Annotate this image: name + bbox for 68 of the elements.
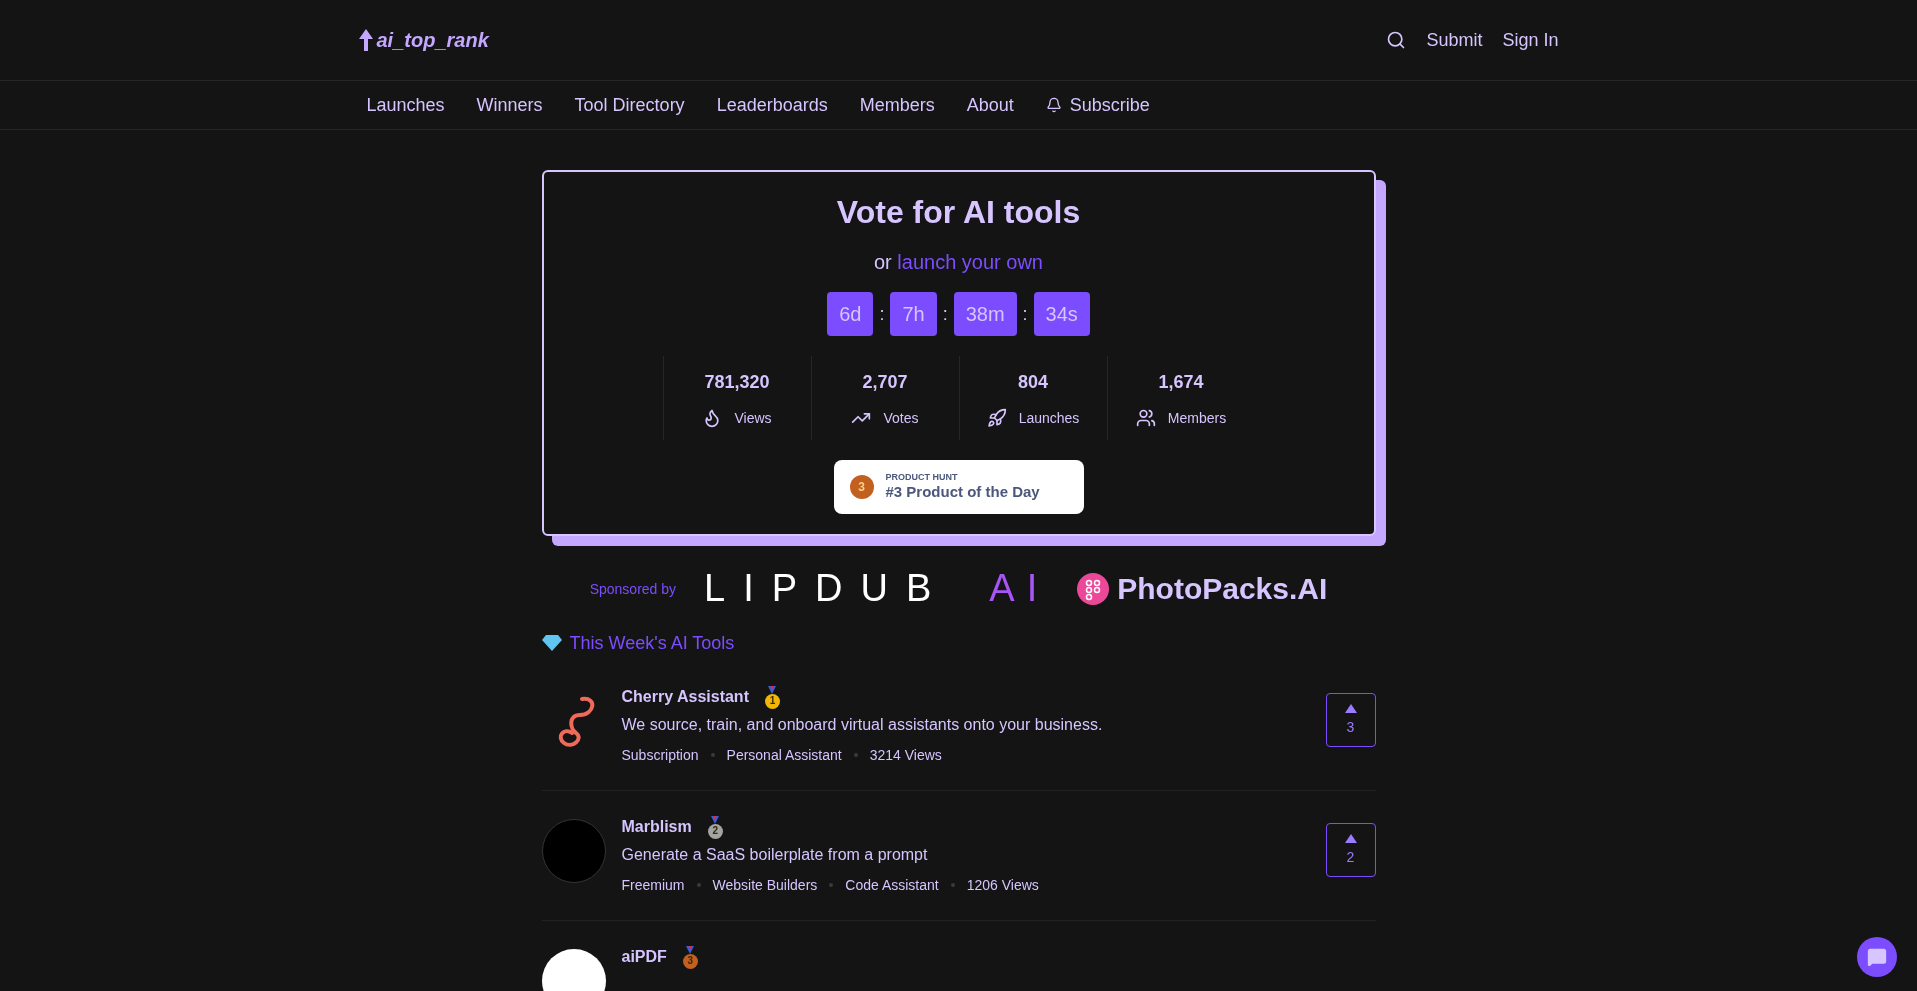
medal-rank: 3	[858, 479, 865, 495]
section-title: This Week's AI Tools	[569, 632, 735, 655]
nav-link[interactable]: Subscribe	[1045, 91, 1150, 119]
tool-name[interactable]: Marblism	[621, 815, 692, 839]
triangle-up-icon	[1344, 703, 1357, 713]
chat-icon	[1867, 947, 1887, 967]
stat-value: 804	[1017, 371, 1048, 394]
site-logo[interactable]: ai_top_rank	[376, 26, 489, 54]
tool-tag: 3214 Views	[869, 745, 942, 765]
launch-link[interactable]: launch your own	[897, 251, 1043, 273]
sponsor-logo-text[interactable]: LIPDUB	[704, 560, 950, 617]
sponsor-logo-suffix[interactable]: AI	[989, 560, 1050, 617]
rocket-icon	[986, 408, 1007, 428]
arrow-up-logo-icon	[358, 29, 373, 51]
chat-button[interactable]	[1857, 937, 1897, 977]
ribbon-icon	[710, 815, 721, 824]
countdown-separator: :	[942, 303, 948, 326]
upvote-button[interactable]: 2	[1325, 823, 1376, 877]
tool-tag: Subscription	[621, 745, 699, 765]
header-link[interactable]: Sign In	[1502, 26, 1559, 54]
bell-icon	[1045, 97, 1062, 113]
stat-label: Votes	[883, 409, 919, 428]
countdown-separator: :	[879, 303, 885, 326]
triangle-up-icon	[1344, 833, 1357, 843]
countdown-box: 38m	[953, 292, 1017, 336]
tool-tag: Code Assistant	[845, 875, 939, 895]
sponsor-logo-text[interactable]: PhotoPacks.AI	[1117, 566, 1328, 611]
hero-title: Vote for AI tools	[836, 193, 1081, 232]
medal: 1	[764, 693, 780, 709]
dots-logo-icon	[1077, 572, 1110, 605]
stat-label: Views	[734, 409, 772, 428]
tool-name[interactable]: aiPDF	[621, 945, 667, 969]
upvote-button[interactable]: 3	[1325, 693, 1376, 747]
header-link[interactable]: Submit	[1426, 26, 1483, 54]
tool-description: Generate a SaaS boilerplate from a prompt	[621, 845, 929, 865]
stat-value: 2,707	[862, 371, 908, 394]
tool-tag: 1206 Views	[966, 875, 1039, 895]
medal: 2	[707, 823, 723, 839]
nav-link[interactable]: Tool Directory	[574, 91, 685, 119]
stat-value: 1,674	[1158, 371, 1204, 394]
tool-tag: Freemium	[621, 875, 685, 895]
countdown-box: 7h	[890, 292, 937, 336]
countdown-separator: :	[1022, 303, 1028, 326]
badge-overline: PRODUCT HUNT	[885, 472, 959, 484]
product-hunt-badge[interactable]: 3 PRODUCT HUNT #3 Product of the Day	[833, 460, 1084, 514]
ribbon-icon	[767, 685, 778, 694]
stat-label: Launches	[1018, 409, 1080, 428]
badge-text: #3 Product of the Day	[885, 483, 1040, 502]
stat-value: 781,320	[704, 371, 770, 394]
hero-subtitle: or launch your own	[874, 250, 1043, 275]
countdown-box: 34s	[1033, 292, 1090, 336]
nav-link[interactable]: Leaderboards	[716, 91, 828, 119]
nav-link[interactable]: Winners	[476, 91, 543, 119]
users-icon	[1135, 408, 1156, 428]
countdown-box: 6d	[827, 292, 874, 336]
tool-name[interactable]: Cherry Assistant	[621, 685, 749, 709]
tool-description: We source, train, and onboard virtual assistants onto your business.	[621, 715, 1104, 735]
sponsored-label: Sponsored by	[589, 579, 677, 599]
medal: 3	[682, 953, 698, 969]
search-icon[interactable]	[1386, 30, 1407, 50]
tool-tag: Website Builders	[712, 875, 818, 895]
ribbon-icon	[685, 945, 696, 954]
diamond-icon	[541, 634, 562, 652]
nav-link[interactable]: About	[966, 91, 1014, 119]
nav-link[interactable]: Launches	[366, 91, 445, 119]
stat-label: Members	[1167, 409, 1227, 428]
tool-tag: Personal Assistant	[726, 745, 842, 765]
nav-link[interactable]: Members	[859, 91, 935, 119]
